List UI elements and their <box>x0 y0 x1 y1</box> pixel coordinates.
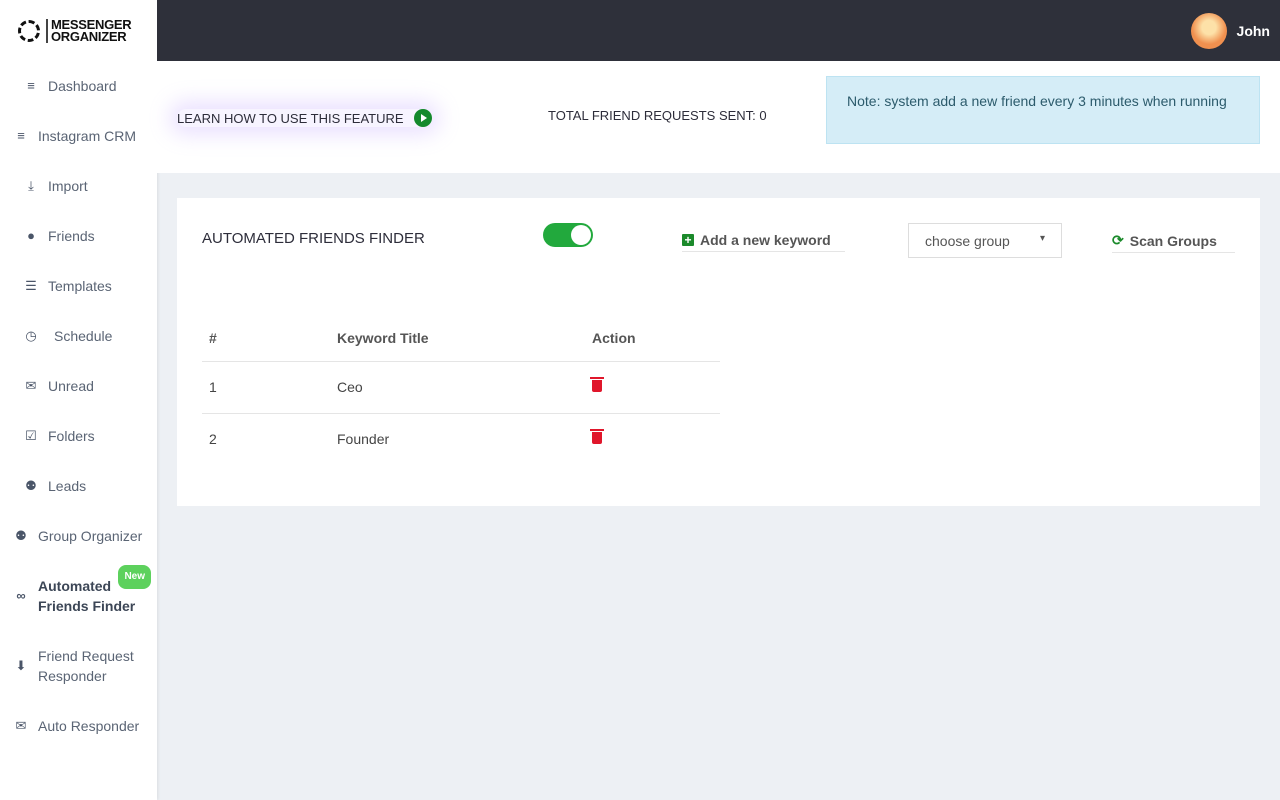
chevron-down-icon: ▾ <box>1039 233 1045 244</box>
envelope-icon: ✉ <box>25 378 37 393</box>
sidebar: MESSENGER ORGANIZER ≡ Dashboard ≡ Instagram… <box>0 0 157 800</box>
label: Auto Responder <box>38 718 140 734</box>
sidebar-item-auto-responder[interactable]: ✉ Auto Responder <box>0 701 157 751</box>
row-number: 2 <box>209 431 217 448</box>
table-row: 1 Ceo <box>202 361 720 414</box>
sidebar-item-friend-request-responder[interactable]: ⬇ Friend Request Responder <box>0 631 157 701</box>
user-name: John <box>1236 23 1270 39</box>
new-badge: New <box>118 565 151 589</box>
col-keyword-title: Keyword Title <box>330 315 585 362</box>
logo[interactable]: MESSENGER ORGANIZER <box>0 0 157 61</box>
label: Friend Request Responder <box>38 648 134 684</box>
plus-square-icon: + <box>682 234 694 246</box>
select-value: choose group <box>925 233 1010 249</box>
database-icon: ≡ <box>17 128 25 143</box>
sidebar-item-unread[interactable]: ✉ Unread <box>0 361 157 411</box>
brand-line2: ORGANIZER <box>51 28 127 44</box>
sidebar-item-templates[interactable]: ☰ Templates <box>0 261 157 311</box>
label: Dashboard <box>48 78 117 94</box>
arrow-circle-down-icon: ⬇ <box>15 658 27 673</box>
users-icon: ⚉ <box>15 528 27 543</box>
info-bar: LEARN HOW TO USE THIS FEATURE TOTAL FRIE… <box>157 61 1280 173</box>
table-header: # Keyword Title Action <box>202 315 720 362</box>
sidebar-item-automated-friends-finder[interactable]: ∞ Automated Friends Finder New <box>0 561 157 631</box>
note-alert: Note: system add a new friend every 3 mi… <box>826 76 1260 144</box>
row-number: 1 <box>202 361 330 414</box>
list-icon: ☰ <box>25 278 37 293</box>
label: Leads <box>48 478 87 494</box>
col-number: # <box>202 315 330 362</box>
sidebar-item-leads[interactable]: ⚉ Leads <box>0 461 157 511</box>
binoculars-icon: ∞ <box>16 588 26 603</box>
sidebar-item-instagram-crm[interactable]: ≡ Instagram CRM <box>0 111 157 161</box>
total-requests: TOTAL FRIEND REQUESTS SENT: 0 <box>548 108 767 123</box>
sidebar-item-import[interactable]: ⤓ Import <box>0 161 157 211</box>
gear-logo-icon <box>18 19 40 42</box>
learn-label: LEARN HOW TO USE THIS FEATURE <box>177 110 404 126</box>
label: Unread <box>48 378 94 394</box>
keyword-title: Founder <box>337 431 390 448</box>
group-select[interactable]: choose group ▾ <box>908 223 1062 258</box>
label: Instagram CRM <box>38 128 137 144</box>
friends-finder-card: AUTOMATED FRIENDS FINDER + Add a new keyw… <box>177 198 1260 506</box>
sidebar-item-dashboard[interactable]: ≡ Dashboard <box>0 61 157 111</box>
add-keyword-button[interactable]: + Add a new keyword <box>682 232 845 252</box>
scan-groups-button[interactable]: ⟳ Scan Groups <box>1112 232 1235 253</box>
avatar <box>1190 13 1227 49</box>
database-icon: ≡ <box>27 78 35 93</box>
keywords-table: # Keyword Title Action 1 Ceo 2 Founder <box>202 315 720 465</box>
card-title: AUTOMATED FRIENDS FINDER <box>202 230 425 247</box>
label: Schedule <box>54 328 113 344</box>
user-icon: ● <box>27 228 35 243</box>
trash-icon[interactable] <box>590 429 604 445</box>
label: Folders <box>48 428 95 444</box>
trash-icon[interactable] <box>590 377 604 392</box>
refresh-icon: ⟳ <box>1112 232 1124 248</box>
users-icon: ⚉ <box>25 478 37 493</box>
envelope-open-icon: ✉ <box>15 718 27 733</box>
keyword-title: Ceo <box>330 361 585 414</box>
add-keyword-label: Add a new keyword <box>700 232 831 248</box>
top-bar: John <box>157 0 1280 61</box>
check-square-icon: ☑ <box>25 428 37 443</box>
sidebar-item-friends[interactable]: ● Friends <box>0 211 157 261</box>
label: Friends <box>48 228 95 244</box>
scan-label: Scan Groups <box>1129 232 1217 249</box>
sidebar-item-group-organizer[interactable]: ⚉ Group Organizer <box>0 511 157 561</box>
finder-toggle[interactable] <box>543 223 593 247</box>
sidebar-item-schedule[interactable]: ◷ Schedule <box>0 311 157 361</box>
clock-icon: ◷ <box>25 328 37 343</box>
learn-feature-link[interactable]: LEARN HOW TO USE THIS FEATURE <box>177 109 432 127</box>
play-icon <box>413 109 432 127</box>
sidebar-item-folders[interactable]: ☑ Folders <box>0 411 157 461</box>
download-icon: ⤓ <box>28 178 34 193</box>
user-menu[interactable]: John <box>1190 13 1270 49</box>
label: Import <box>48 178 88 194</box>
label: Templates <box>48 278 112 294</box>
col-action: Action <box>585 315 720 362</box>
table-row: 2 Founder <box>202 413 720 465</box>
label: Group Organizer <box>38 528 143 544</box>
